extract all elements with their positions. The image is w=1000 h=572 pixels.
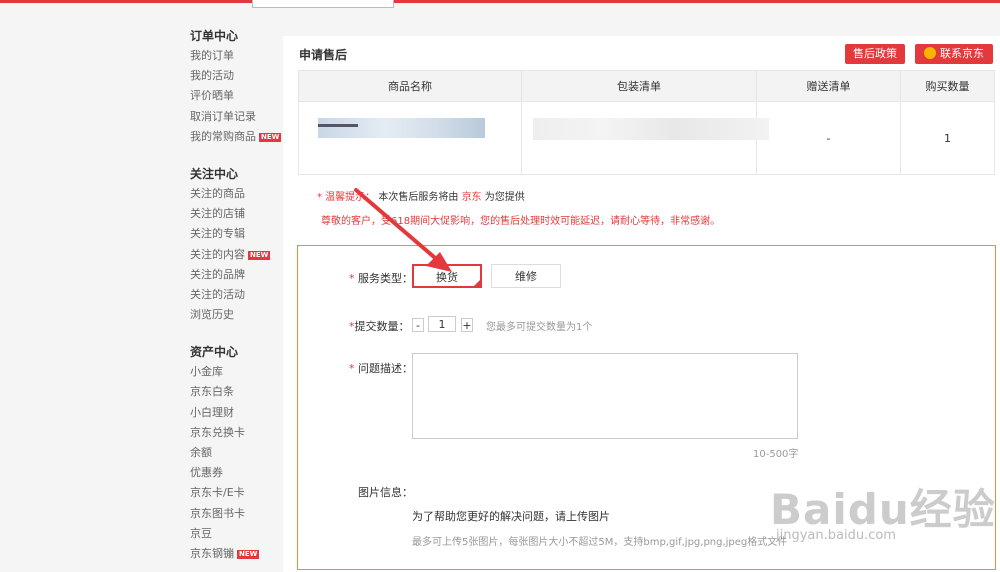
contact-jd-button[interactable]: 联系京东 [915,44,993,64]
image-info-label: 图片信息： [358,486,413,499]
tips-text-after: 为您提供 [484,192,525,203]
sidebar-item-coin[interactable]: 京东钢镚 NEW [190,544,285,564]
sidebar-item-my-orders[interactable]: 我的订单 [190,46,285,66]
baidu-watermark: Baidu经验 jingyan.baidu.com [770,462,1000,572]
top-bar [0,0,1000,3]
sidebar-item-book-card[interactable]: 京东图书卡 [190,504,285,524]
upload-title: 为了帮助您更好的解决问题，请上传图片 [412,510,610,523]
sidebar-item-history[interactable]: 浏览历史 [190,305,285,325]
sidebar-group-title-follow: 关注中心 [190,166,239,181]
sidebar-item-vault[interactable]: 小金库 [190,362,285,382]
description-counter: 10-500字 [753,449,799,460]
upload-hint: 最多可上传5张图片，每张图片大小不超过5M，支持bmp,gif,jpg,png,… [412,537,788,548]
jd-service-icon [924,47,936,59]
sidebar-item-coupons[interactable]: 优惠券 [190,463,285,483]
new-badge: NEW [248,250,271,260]
sidebar-group-title-orders: 订单中心 [190,29,239,43]
goods-header-package: 包装清单 [521,70,757,102]
sidebar-item-frequent-goods[interactable]: 我的常购商品 NEW [190,127,285,147]
sidebar-item-my-activities[interactable]: 我的活动 [190,66,285,86]
tips-label: * 温馨提示： [317,192,376,203]
goods-name-cell[interactable] [298,101,522,175]
sidebar-group-title-assets: 资产中心 [190,345,239,360]
service-type-label: * 服务类型： [349,272,413,285]
service-option-repair[interactable]: 维修 [491,264,561,288]
delay-notice: 尊敬的客户，受618期间大促影响，您的售后处理时效可能延迟，请耐心等待，非常感谢… [321,216,721,227]
quantity-minus-button[interactable]: - [412,318,424,332]
sidebar-item-followed-shops[interactable]: 关注的店铺 [190,204,285,224]
quantity-plus-button[interactable]: + [461,318,473,332]
service-option-exchange[interactable]: 换货 [412,264,482,288]
quantity-hint: 您最多可提交数量为1个 [486,322,593,333]
goods-gift-cell: - [756,101,901,175]
tips-text-before: 本次售后服务将由 [378,192,459,203]
goods-name-blurred [318,118,485,138]
sidebar-item-jingdou[interactable]: 京豆 [190,524,285,544]
sidebar: 订单中心 我的订单 我的活动 评价晒单 取消订单记录 我的常购商品 NEW 关注中… [190,20,285,564]
quantity-label: *提交数量： [349,320,410,333]
sidebar-item-followed-albums[interactable]: 关注的专辑 [190,224,285,244]
sidebar-item-followed-goods[interactable]: 关注的商品 [190,184,285,204]
quantity-input[interactable]: 1 [428,316,456,332]
sidebar-item-exchange-card[interactable]: 京东兑换卡 [190,423,285,443]
goods-qty-cell: 1 [900,101,995,175]
tips-seller: 京东 [461,192,482,203]
watermark-sub: jingyan.baidu.com [776,528,896,543]
new-badge: NEW [259,132,282,142]
sidebar-item-reviews[interactable]: 评价晒单 [190,86,285,106]
sidebar-item-label: 关注的内容 [190,247,245,261]
contact-jd-label: 联系京东 [940,47,984,60]
top-snippet [252,0,394,8]
tips-line: * 温馨提示： 本次售后服务将由 京东 为您提供 [317,188,525,203]
description-label: * 问题描述： [349,362,413,375]
sidebar-item-finance[interactable]: 小白理财 [190,403,285,423]
page-title: 申请售后 [299,48,348,62]
sidebar-item-followed-content[interactable]: 关注的内容 NEW [190,245,285,265]
new-badge: NEW [237,549,260,559]
sidebar-item-ecard[interactable]: 京东卡/E卡 [190,483,285,503]
sidebar-item-followed-brands[interactable]: 关注的品牌 [190,265,285,285]
after-sale-policy-button[interactable]: 售后政策 [845,44,905,64]
goods-header-qty: 购买数量 [900,70,995,102]
description-textarea[interactable] [412,353,798,439]
sidebar-item-baitiao[interactable]: 京东白条 [190,382,285,402]
sidebar-item-balance[interactable]: 余额 [190,443,285,463]
package-list-blurred [533,118,769,140]
goods-header-name: 商品名称 [298,70,522,102]
sidebar-item-cancel-records[interactable]: 取消订单记录 [190,107,285,127]
sidebar-item-followed-events[interactable]: 关注的活动 [190,285,285,305]
sidebar-item-label: 我的常购商品 [190,129,256,143]
sidebar-item-label: 京东钢镚 [190,546,234,560]
goods-header-gift: 赠送清单 [756,70,901,102]
